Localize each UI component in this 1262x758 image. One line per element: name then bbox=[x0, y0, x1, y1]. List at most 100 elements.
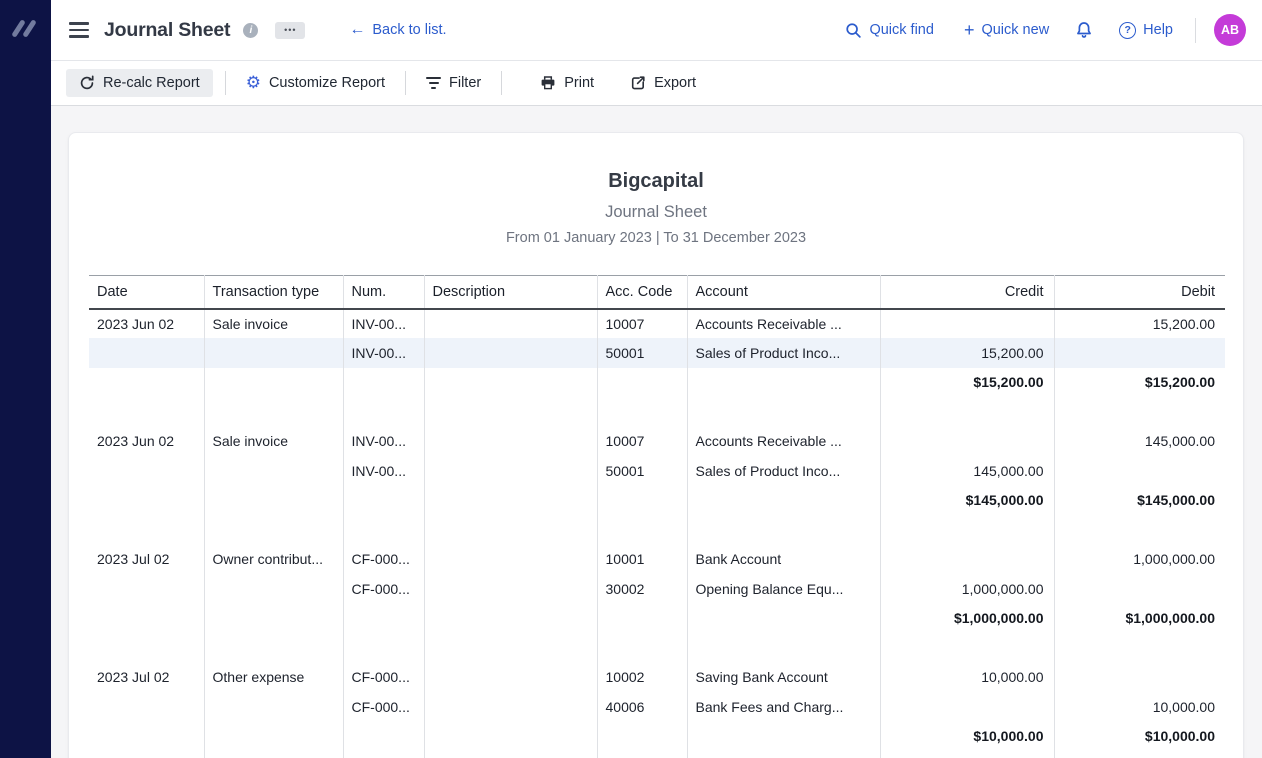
export-label: Export bbox=[654, 75, 696, 91]
cell-account: Bank Account bbox=[687, 545, 880, 575]
journal-total-row: $10,000.00$10,000.00 bbox=[89, 722, 1225, 752]
cell-acc-code: 10007 bbox=[597, 309, 687, 339]
cell-acc-code bbox=[597, 722, 687, 752]
filter-label: Filter bbox=[449, 75, 481, 91]
cell-acc-code bbox=[597, 604, 687, 634]
hamburger-menu-icon[interactable] bbox=[69, 18, 89, 42]
cell-acc-code: 50001 bbox=[597, 338, 687, 368]
spacer-row bbox=[89, 633, 1225, 663]
cell-credit bbox=[880, 309, 1054, 339]
cell-transaction-type bbox=[204, 574, 343, 604]
cell-num bbox=[343, 604, 424, 634]
cell-transaction-type: Sale invoice bbox=[204, 427, 343, 457]
cell-account: Sales of Product Inco... bbox=[687, 338, 880, 368]
header-actions: Quick find + Quick new ? Help AB bbox=[845, 14, 1246, 46]
cell-date bbox=[89, 397, 204, 427]
cell-date: 2023 Jul 02 bbox=[89, 545, 204, 575]
cell-num: CF-000... bbox=[343, 663, 424, 693]
cell-transaction-type: Other expense bbox=[204, 663, 343, 693]
cell-credit bbox=[880, 545, 1054, 575]
gear-icon: ⚙ bbox=[246, 75, 261, 92]
notifications-button[interactable] bbox=[1075, 21, 1093, 39]
company-name: Bigcapital bbox=[69, 167, 1243, 195]
cell-debit: $145,000.00 bbox=[1054, 486, 1225, 516]
cell-description bbox=[424, 604, 597, 634]
report-header: Bigcapital Journal Sheet From 01 January… bbox=[69, 167, 1243, 248]
journal-entry-row: CF-000...40006Bank Fees and Charg...10,0… bbox=[89, 692, 1225, 722]
filter-button[interactable]: Filter bbox=[418, 68, 489, 98]
help-button[interactable]: ? Help bbox=[1119, 22, 1173, 39]
cell-debit bbox=[1054, 663, 1225, 693]
customize-report-button[interactable]: ⚙ Customize Report bbox=[238, 69, 393, 98]
cell-num bbox=[343, 722, 424, 752]
col-header-num: Num. bbox=[343, 276, 424, 309]
cell-num bbox=[343, 515, 424, 545]
customize-report-label: Customize Report bbox=[269, 75, 385, 91]
cell-num: INV-00... bbox=[343, 338, 424, 368]
toolbar-divider bbox=[501, 71, 502, 95]
cell-transaction-type: Sale invoice bbox=[204, 309, 343, 339]
spacer-row bbox=[89, 397, 1225, 427]
cell-debit bbox=[1054, 574, 1225, 604]
col-header-debit: Debit bbox=[1054, 276, 1225, 309]
col-header-credit: Credit bbox=[880, 276, 1054, 309]
report-toolbar: Re-calc Report ⚙ Customize Report Filter… bbox=[51, 61, 1262, 106]
journal-entry-row: INV-00... 50001Sales of Product Inco...15… bbox=[89, 338, 1225, 368]
info-icon[interactable]: i bbox=[243, 23, 258, 38]
cell-date bbox=[89, 692, 204, 722]
cell-account bbox=[687, 633, 880, 663]
content-area: Bigcapital Journal Sheet From 01 January… bbox=[51, 106, 1262, 758]
cell-description bbox=[424, 397, 597, 427]
cell-acc-code bbox=[597, 397, 687, 427]
cell-debit: 10,000.00 bbox=[1054, 692, 1225, 722]
more-options-button[interactable]: ••• bbox=[275, 22, 305, 39]
app-logo[interactable] bbox=[11, 17, 41, 41]
cell-num bbox=[343, 751, 424, 758]
cell-acc-code: 10001 bbox=[597, 545, 687, 575]
export-button[interactable]: Export bbox=[622, 69, 704, 97]
quick-find-button[interactable]: Quick find bbox=[845, 22, 933, 39]
cell-description bbox=[424, 692, 597, 722]
cell-debit bbox=[1054, 456, 1225, 486]
recalc-report-button[interactable]: Re-calc Report bbox=[66, 69, 213, 97]
cell-credit: $1,000,000.00 bbox=[880, 604, 1054, 634]
print-button[interactable]: Print bbox=[532, 69, 602, 97]
cell-credit: 15,200.00 bbox=[880, 338, 1054, 368]
cell-description bbox=[424, 515, 597, 545]
cell-account bbox=[687, 751, 880, 758]
cell-date bbox=[89, 751, 204, 758]
cell-num: CF-000... bbox=[343, 574, 424, 604]
cell-credit: 10,000.00 bbox=[880, 663, 1054, 693]
cell-account bbox=[687, 604, 880, 634]
cell-credit bbox=[880, 751, 1054, 758]
cell-description bbox=[424, 368, 597, 398]
cell-credit: $15,200.00 bbox=[880, 368, 1054, 398]
col-header-description: Description bbox=[424, 276, 597, 309]
journal-total-row: $1,000,000.00$1,000,000.00 bbox=[89, 604, 1225, 634]
cell-account bbox=[687, 722, 880, 752]
print-label: Print bbox=[564, 75, 594, 91]
quick-new-button[interactable]: + Quick new bbox=[964, 21, 1049, 39]
filter-icon bbox=[426, 74, 441, 92]
back-to-list-link[interactable]: ← Back to list. bbox=[349, 22, 446, 38]
cell-transaction-type bbox=[204, 515, 343, 545]
cell-transaction-type bbox=[204, 397, 343, 427]
avatar[interactable]: AB bbox=[1214, 14, 1246, 46]
cell-date bbox=[89, 486, 204, 516]
cell-acc-code: 50001 bbox=[597, 456, 687, 486]
toolbar-divider bbox=[405, 71, 406, 95]
journal-entry-row: INV-00...50001Sales of Product Inco...14… bbox=[89, 456, 1225, 486]
cell-credit bbox=[880, 692, 1054, 722]
cell-acc-code: 10002 bbox=[597, 663, 687, 693]
cell-credit: $145,000.00 bbox=[880, 486, 1054, 516]
cell-description bbox=[424, 663, 597, 693]
cell-acc-code: 30002 bbox=[597, 574, 687, 604]
toolbar-divider bbox=[225, 71, 226, 95]
cell-account bbox=[687, 397, 880, 427]
cell-date bbox=[89, 368, 204, 398]
journal-total-row: $145,000.00$145,000.00 bbox=[89, 486, 1225, 516]
cell-debit: $1,000,000.00 bbox=[1054, 604, 1225, 634]
journal-entry-row: 2023 Jun 02Sale invoiceINV-00...10007Acc… bbox=[89, 309, 1225, 339]
cell-num bbox=[343, 368, 424, 398]
cell-acc-code bbox=[597, 751, 687, 758]
